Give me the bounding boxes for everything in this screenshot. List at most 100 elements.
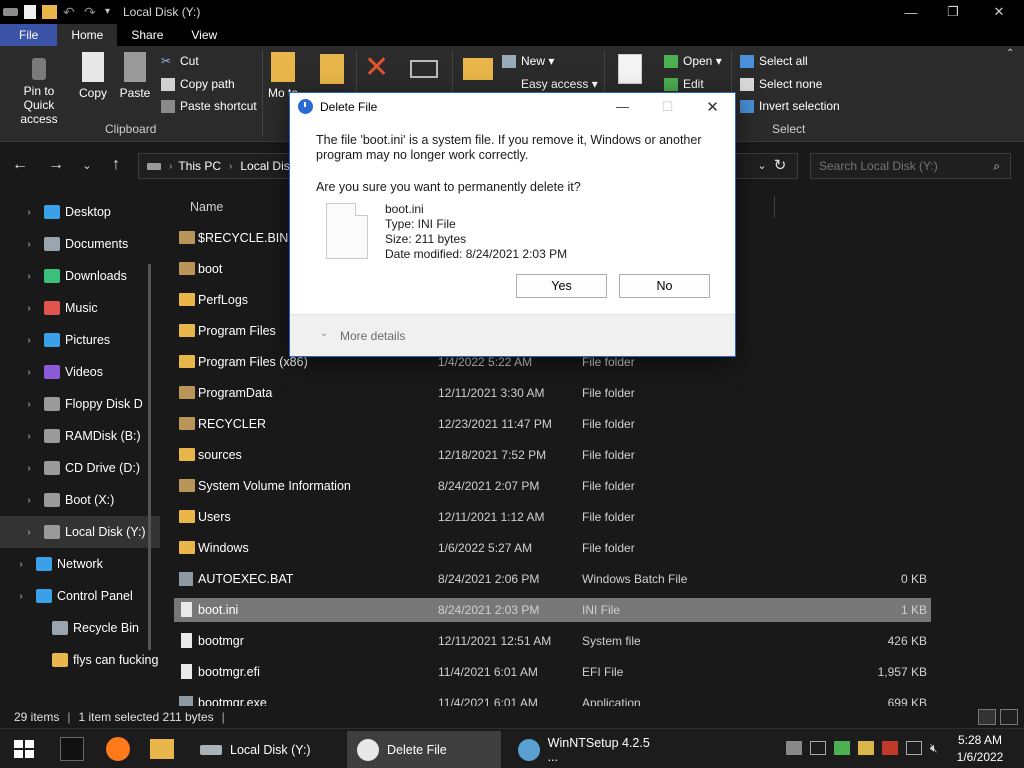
expand-chevron-icon[interactable]: › (22, 463, 36, 474)
file-row[interactable]: boot.ini 8/24/2021 2:03 PM INI File 1 KB (174, 598, 931, 622)
command-prompt-icon[interactable] (60, 737, 84, 761)
expand-chevron-icon[interactable]: › (14, 559, 28, 570)
nav-item[interactable]: › Control Panel (0, 580, 160, 612)
tab-view[interactable]: View (177, 24, 231, 46)
more-details-toggle[interactable]: More details (340, 329, 405, 343)
drive-icon[interactable] (3, 8, 18, 16)
app-tray-icon[interactable] (858, 741, 874, 755)
breadcrumb-this-pc[interactable]: This PC (178, 159, 221, 173)
search-input[interactable] (811, 154, 981, 178)
nav-item[interactable]: › CD Drive (D:) (0, 452, 160, 484)
tab-share[interactable]: Share (117, 24, 177, 46)
dialog-close-button[interactable]: ✕ (690, 93, 735, 120)
expand-chevron-icon[interactable]: › (22, 303, 36, 314)
expand-chevron-icon[interactable]: › (22, 271, 36, 282)
new-folder-icon[interactable] (42, 5, 57, 19)
easy-access-button[interactable]: Easy access ▾ (502, 75, 598, 93)
copy-to-icon[interactable] (320, 54, 344, 84)
nav-item[interactable]: flys can fucking (0, 644, 160, 676)
file-row[interactable]: Windows 1/6/2022 5:27 AM File folder (174, 536, 931, 560)
file-row[interactable]: RECYCLER 12/23/2021 11:47 PM File folder (174, 412, 931, 436)
properties-big-icon[interactable] (618, 54, 642, 84)
select-none-button[interactable]: Select none (740, 75, 822, 93)
nav-item[interactable]: › Documents (0, 228, 160, 260)
refresh-icon[interactable]: ↻ (770, 156, 790, 174)
details-view-icon[interactable] (978, 709, 996, 725)
search-box[interactable]: ⌕ (810, 153, 1011, 179)
expand-chevron-icon[interactable]: › (22, 495, 36, 506)
file-row[interactable]: ProgramData 12/11/2021 3:30 AM File folder (174, 381, 931, 405)
app-tray-icon[interactable] (834, 741, 850, 755)
file-row[interactable]: System Volume Information 8/24/2021 2:07 … (174, 474, 931, 498)
nav-item[interactable]: › Local Disk (Y:) (0, 516, 160, 548)
rename-icon[interactable] (410, 60, 438, 78)
edit-button[interactable]: Edit (664, 75, 704, 93)
maximize-button[interactable]: ❐ (930, 0, 976, 24)
taskbar-task[interactable]: Delete File (347, 731, 501, 768)
start-button-windows-icon[interactable] (12, 737, 36, 761)
file-row[interactable]: bootmgr 12/11/2021 12:51 AM System file 426… (174, 629, 931, 653)
nav-pane-scrollbar[interactable] (148, 264, 151, 650)
collapse-ribbon-icon[interactable]: ⌃ (1006, 48, 1014, 59)
nav-item[interactable]: › Pictures (0, 324, 160, 356)
new-folder-big-icon[interactable] (463, 58, 493, 80)
nav-item[interactable]: › Floppy Disk D (0, 388, 160, 420)
minimize-button[interactable]: — (888, 0, 934, 24)
expand-chevron-icon[interactable]: › (14, 591, 28, 602)
new-item-button[interactable]: New ▾ (502, 52, 554, 70)
network-tray-icon[interactable] (786, 741, 802, 755)
nav-item[interactable]: › RAMDisk (B:) (0, 420, 160, 452)
nav-item[interactable]: › Boot (X:) (0, 484, 160, 516)
file-explorer-icon[interactable] (150, 739, 174, 759)
volume-muted-icon[interactable]: 🔇︎ (930, 741, 946, 755)
back-arrow-icon[interactable]: ← (10, 156, 30, 174)
display-tray-icon[interactable] (906, 741, 922, 755)
large-icons-view-icon[interactable] (1000, 709, 1018, 725)
redo-icon[interactable]: ↷ (84, 5, 99, 19)
nav-item[interactable]: › Music (0, 292, 160, 324)
chevron-down-icon[interactable]: ⌄ (320, 328, 328, 339)
keyboard-tray-icon[interactable] (810, 741, 826, 755)
close-button[interactable]: ✕ (976, 0, 1022, 24)
paste-button[interactable]: Paste (109, 52, 161, 100)
column-header-name[interactable]: Name (190, 200, 223, 214)
file-row[interactable]: AUTOEXEC.BAT 8/24/2021 2:06 PM Windows Bat… (174, 567, 931, 591)
dialog-minimize-button[interactable]: — (600, 93, 645, 120)
expand-chevron-icon[interactable]: › (22, 207, 36, 218)
breadcrumb-local-disk[interactable]: Local Dis (240, 159, 289, 173)
taskbar-task[interactable]: WinNTSetup 4.2.5 ... (508, 731, 662, 768)
yes-button[interactable]: Yes (516, 274, 607, 298)
no-button[interactable]: No (619, 274, 710, 298)
file-row[interactable]: Users 12/11/2021 1:12 AM File folder (174, 505, 931, 529)
nav-item[interactable]: Recycle Bin (0, 612, 160, 644)
nav-item[interactable]: › Network (0, 548, 160, 580)
copy-path-button[interactable]: Copy path (161, 75, 235, 93)
expand-chevron-icon[interactable]: › (22, 239, 36, 250)
forward-arrow-icon[interactable]: → (46, 156, 66, 174)
up-arrow-icon[interactable]: ↑ (106, 156, 126, 174)
delete-icon[interactable]: ✕ (364, 50, 389, 86)
pin-to-quick-access-button[interactable]: Pin to Quick access (8, 52, 70, 126)
expand-chevron-icon[interactable]: › (22, 431, 36, 442)
taskbar-task[interactable]: Local Disk (Y:) (190, 731, 344, 768)
customize-toolbar-icon[interactable]: ▾ (105, 5, 115, 19)
expand-chevron-icon[interactable]: › (22, 335, 36, 346)
open-button[interactable]: Open ▾ (664, 52, 722, 70)
nav-item[interactable]: › Videos (0, 356, 160, 388)
address-dropdown-icon[interactable]: ⌄ (752, 159, 772, 172)
properties-icon[interactable] (24, 5, 36, 19)
nav-item[interactable]: › Desktop (0, 196, 160, 228)
tab-home[interactable]: Home (57, 24, 118, 46)
expand-chevron-icon[interactable]: › (22, 527, 36, 538)
clock[interactable]: 5:28 AM 1/6/2022 (952, 732, 1008, 766)
paste-shortcut-button[interactable]: Paste shortcut (161, 97, 257, 115)
nav-item[interactable]: › Downloads (0, 260, 160, 292)
expand-chevron-icon[interactable]: › (22, 367, 36, 378)
expand-chevron-icon[interactable]: › (22, 399, 36, 410)
recent-locations-chevron-icon[interactable]: ⌄ (77, 159, 97, 172)
file-row[interactable]: bootmgr.efi 11/4/2021 6:01 AM EFI File 1,95… (174, 660, 931, 684)
file-row[interactable]: sources 12/18/2021 7:52 PM File folder (174, 443, 931, 467)
cut-button[interactable]: ✂ Cut (161, 52, 199, 70)
security-tray-icon[interactable] (882, 741, 898, 755)
select-all-button[interactable]: Select all (740, 52, 808, 70)
